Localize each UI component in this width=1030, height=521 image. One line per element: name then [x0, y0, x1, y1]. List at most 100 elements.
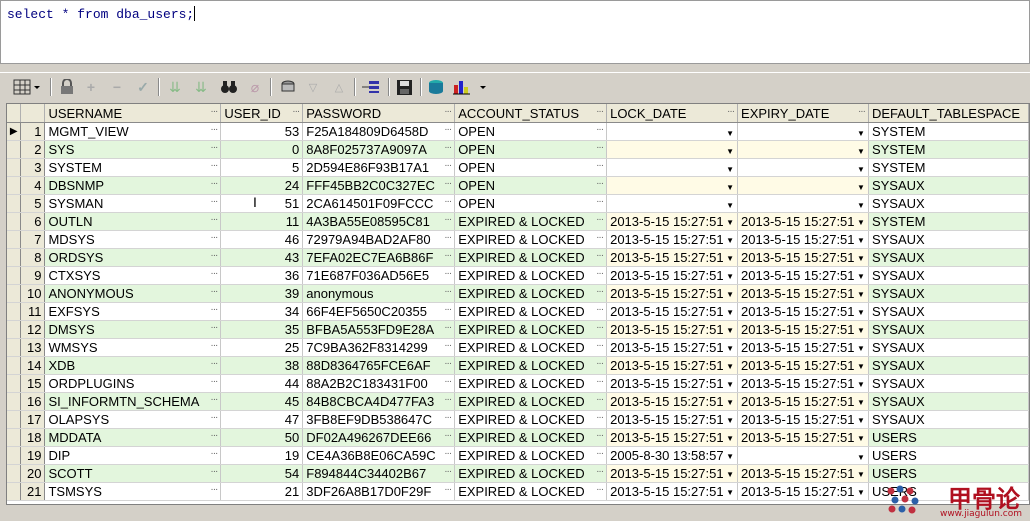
cell-account-status[interactable]: OPEN ··· — [454, 122, 608, 141]
ellipsis-icon[interactable]: ··· — [444, 304, 452, 315]
cell-username[interactable]: XDB ··· — [44, 356, 222, 375]
cell-username[interactable]: MDSYS ··· — [44, 230, 222, 249]
dropdown-arrow-icon[interactable]: ▼ — [857, 254, 865, 263]
dropdown-arrow-icon[interactable]: ▼ — [726, 201, 734, 210]
ellipsis-icon[interactable]: ··· — [210, 412, 218, 423]
row-indicator[interactable] — [7, 248, 22, 267]
export-icon[interactable] — [278, 77, 298, 97]
column-header-expiry-date[interactable]: EXPIRY_DATE ··· — [737, 104, 869, 123]
cell-password[interactable]: 71E687F036AD56E5 ··· — [302, 266, 456, 285]
table-row[interactable]: 4 DBSNMP ··· 24 FFF45BB2C0C327EC ··· OPEN ··· ▼ ▼… — [7, 176, 1029, 195]
cell-default-tablespace[interactable]: SYSAUX — [868, 320, 1029, 339]
ellipsis-icon[interactable]: ··· — [210, 358, 218, 369]
cell-account-status[interactable]: EXPIRED & LOCKED ··· — [454, 464, 608, 483]
row-indicator[interactable] — [7, 230, 22, 249]
cell-password[interactable]: F25A184809D6458D ··· — [302, 122, 456, 141]
row-indicator[interactable] — [7, 176, 22, 195]
row-indicator[interactable] — [7, 356, 22, 375]
dropdown-arrow-icon[interactable]: ▼ — [857, 236, 865, 245]
ellipsis-icon[interactable]: ··· — [444, 430, 452, 441]
cell-user-id[interactable]: 51 — [220, 194, 304, 213]
ellipsis-icon[interactable]: ··· — [210, 124, 218, 135]
dropdown-arrow-icon[interactable]: ▼ — [726, 165, 734, 174]
table-row[interactable]: 17 OLAPSYS ··· 47 3FB8EF9DB538647C ··· EXPIRED… — [7, 410, 1029, 429]
cell-expiry-date[interactable]: ▼ — [737, 158, 869, 177]
dropdown-arrow-icon[interactable]: ▼ — [857, 290, 865, 299]
dropdown-arrow-icon[interactable]: ▼ — [726, 380, 734, 389]
table-row[interactable]: ▶ 1 MGMT_VIEW ··· 53 F25A184809D6458D ··· OPEN ·… — [7, 122, 1029, 141]
cell-username[interactable]: OLAPSYS ··· — [44, 410, 222, 429]
table-row[interactable]: 16 SI_INFORMTN_SCHEMA ··· 45 84B8CBCA4D477FA… — [7, 392, 1029, 411]
cell-password[interactable]: 3DF26A8B17D0F29F ··· — [302, 482, 456, 501]
cell-user-id[interactable]: 21 — [220, 482, 304, 501]
table-row[interactable]: 9 CTXSYS ··· 36 71E687F036AD56E5 ··· EXPIRED &… — [7, 266, 1029, 285]
row-indicator[interactable] — [7, 446, 22, 465]
cell-password[interactable]: BFBA5A553FD9E28A ··· — [302, 320, 456, 339]
ellipsis-icon[interactable]: ··· — [210, 376, 218, 387]
dropdown-arrow-icon[interactable]: ▼ — [726, 218, 734, 227]
dropdown-arrow-icon[interactable]: ▼ — [726, 254, 734, 263]
ellipsis-icon[interactable]: ··· — [444, 286, 452, 297]
sql-editor[interactable]: select * from dba_users; — [0, 0, 1030, 64]
cell-username[interactable]: ORDPLUGINS ··· — [44, 374, 222, 393]
ellipsis-icon[interactable]: ··· — [444, 394, 452, 405]
dropdown-arrow-icon[interactable]: ▼ — [726, 452, 734, 461]
lock-icon[interactable] — [58, 77, 76, 97]
cell-account-status[interactable]: EXPIRED & LOCKED ··· — [454, 356, 608, 375]
cell-username[interactable]: MGMT_VIEW ··· — [44, 122, 222, 141]
sql-text[interactable]: select * from dba_users; — [7, 6, 196, 22]
row-indicator[interactable] — [7, 374, 22, 393]
cell-expiry-date[interactable]: 2013-5-15 15:27:51 ▼ — [737, 374, 869, 393]
cell-default-tablespace[interactable]: SYSAUX — [868, 284, 1029, 303]
cell-expiry-date[interactable]: 2013-5-15 15:27:51 ▼ — [737, 410, 869, 429]
cell-user-id[interactable]: 24 — [220, 176, 304, 195]
ellipsis-icon[interactable]: ··· — [596, 448, 604, 459]
dropdown-arrow-icon[interactable]: ▼ — [857, 308, 865, 317]
cell-password[interactable]: 8A8F025737A9097A ··· — [302, 140, 456, 159]
cell-account-status[interactable]: EXPIRED & LOCKED ··· — [454, 284, 608, 303]
cell-default-tablespace[interactable]: SYSTEM — [868, 212, 1029, 231]
cell-lock-date[interactable]: 2013-5-15 15:27:51 ▼ — [606, 284, 739, 303]
dropdown-arrow-icon[interactable]: ▼ — [726, 183, 734, 192]
ellipsis-icon[interactable]: ··· — [444, 196, 452, 207]
row-indicator[interactable] — [7, 464, 22, 483]
cell-user-id[interactable]: 43 — [220, 248, 304, 267]
ellipsis-icon[interactable]: ··· — [210, 250, 218, 261]
cell-lock-date[interactable]: 2013-5-15 15:27:51 ▼ — [606, 302, 739, 321]
row-indicator[interactable] — [7, 158, 22, 177]
ellipsis-icon[interactable]: ··· — [444, 178, 452, 189]
cell-default-tablespace[interactable]: SYSAUX — [868, 194, 1029, 213]
table-row[interactable]: 20 SCOTT ··· 54 F894844C34402B67 ··· EXPIRED &… — [7, 464, 1029, 483]
ellipsis-icon[interactable]: ··· — [596, 358, 604, 369]
cell-user-id[interactable]: 46 — [220, 230, 304, 249]
ellipsis-icon[interactable]: ··· — [210, 430, 218, 441]
ellipsis-icon[interactable]: ··· — [444, 214, 452, 225]
cell-expiry-date[interactable]: 2013-5-15 15:27:51 ▼ — [737, 248, 869, 267]
cell-username[interactable]: DMSYS ··· — [44, 320, 222, 339]
dropdown-arrow-icon[interactable]: ▼ — [857, 272, 865, 281]
dropdown-arrow-icon[interactable]: ▼ — [857, 129, 865, 138]
cell-account-status[interactable]: EXPIRED & LOCKED ··· — [454, 392, 608, 411]
cell-default-tablespace[interactable]: USERS — [868, 428, 1029, 447]
row-indicator[interactable] — [7, 140, 22, 159]
cell-password[interactable]: CE4A36B8E06CA59C ··· — [302, 446, 456, 465]
column-header-password[interactable]: PASSWORD ··· — [302, 104, 456, 123]
ellipsis-icon[interactable]: ··· — [596, 214, 604, 225]
ellipsis-icon[interactable]: ··· — [210, 214, 218, 225]
ellipsis-icon[interactable]: ··· — [596, 394, 604, 405]
cell-username[interactable]: EXFSYS ··· — [44, 302, 222, 321]
ellipsis-icon[interactable]: ··· — [210, 448, 218, 459]
cell-lock-date[interactable]: 2013-5-15 15:27:51 ▼ — [606, 266, 739, 285]
ellipsis-icon[interactable]: ··· — [596, 484, 604, 495]
cell-account-status[interactable]: EXPIRED & LOCKED ··· — [454, 266, 608, 285]
table-row[interactable]: 8 ORDSYS ··· 43 7EFA02EC7EA6B86F ··· EXPIRED &… — [7, 248, 1029, 267]
table-row[interactable]: 12 DMSYS ··· 35 BFBA5A553FD9E28A ··· EXPIRED &… — [7, 320, 1029, 339]
ellipsis-icon[interactable]: ··· — [596, 466, 604, 477]
ellipsis-icon[interactable]: ··· — [596, 286, 604, 297]
column-header-lock-date[interactable]: LOCK_DATE ··· — [606, 104, 739, 123]
binoculars-icon[interactable] — [218, 77, 240, 97]
cell-default-tablespace[interactable]: USERS — [868, 446, 1029, 465]
down-arrows-icon[interactable]: ⇊ — [166, 77, 184, 97]
ellipsis-icon[interactable]: ··· — [596, 124, 604, 135]
row-indicator[interactable] — [7, 212, 22, 231]
